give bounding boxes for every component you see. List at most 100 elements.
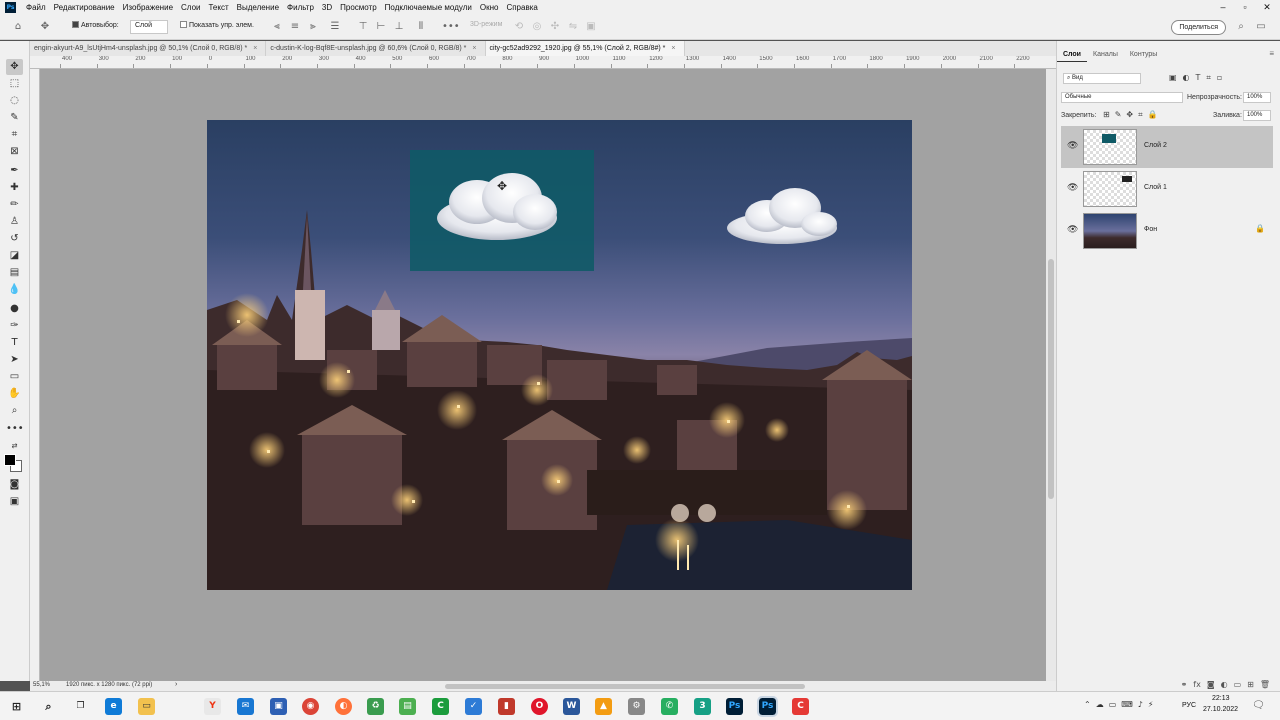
task-view-icon[interactable]: ❐ bbox=[72, 698, 89, 715]
tab-document-1[interactable]: engin-akyurt-A9_lsUtjHm4-unsplash.jpg @ … bbox=[30, 41, 267, 56]
eraser-tool-icon[interactable]: ◪ bbox=[6, 248, 23, 264]
foreground-color-swatch[interactable] bbox=[4, 454, 16, 466]
phone-app-icon[interactable]: ✆ bbox=[661, 698, 678, 715]
chevron-right-icon[interactable]: › bbox=[175, 681, 177, 688]
file-explorer-icon[interactable]: ▭ bbox=[138, 698, 155, 715]
tab-document-3[interactable]: city-gc52ad9292_1920.jpg @ 55,1% (Слой 2… bbox=[485, 41, 685, 56]
clone-stamp-icon[interactable]: ♙ bbox=[6, 214, 23, 230]
quick-mask-icon[interactable]: ◙ bbox=[6, 477, 23, 493]
3d-slide-icon[interactable]: ⇋ bbox=[566, 19, 580, 35]
tab-paths[interactable]: Контуры bbox=[1124, 48, 1163, 62]
three-app-icon[interactable]: 3 bbox=[694, 698, 711, 715]
3d-roll-icon[interactable]: ◎ bbox=[530, 19, 544, 35]
document-image[interactable]: ✥ bbox=[207, 120, 912, 590]
zoom-tool-icon[interactable]: ⌕ bbox=[6, 403, 23, 419]
tab-document-2[interactable]: c-dustin-K-log-Bqf8E-unsplash.jpg @ 60,6… bbox=[266, 41, 486, 56]
close-icon[interactable]: ✕ bbox=[1256, 0, 1278, 15]
settings-app-icon[interactable]: ⚙ bbox=[628, 698, 645, 715]
hand-tool-icon[interactable]: ✋ bbox=[6, 386, 23, 402]
tab-layers[interactable]: Слои bbox=[1057, 48, 1087, 62]
filter-type-icons[interactable]: ▣◐T⌗▫ bbox=[1169, 73, 1228, 83]
pen-tool-icon[interactable]: ✑ bbox=[6, 318, 23, 334]
history-brush-icon[interactable]: ↺ bbox=[6, 231, 23, 247]
firefox-icon[interactable]: ◐ bbox=[335, 698, 352, 715]
menu-filter[interactable]: Фильтр bbox=[283, 3, 318, 12]
close-tab-icon[interactable]: × bbox=[472, 45, 476, 52]
new-group-icon[interactable]: ▭ bbox=[1234, 680, 1242, 689]
yandex-browser-icon[interactable]: Y bbox=[204, 698, 221, 715]
scrollbar-thumb[interactable] bbox=[1048, 259, 1054, 499]
fill-input[interactable]: 100% bbox=[1243, 110, 1271, 121]
dodge-tool-icon[interactable]: ● bbox=[6, 301, 23, 317]
align-bottom-icon[interactable]: ⊥ bbox=[392, 19, 406, 35]
workspace-icon[interactable]: ▭ bbox=[1254, 19, 1268, 35]
search-icon[interactable]: ⌕ bbox=[40, 698, 57, 715]
mail-icon[interactable]: ✉ bbox=[237, 698, 254, 715]
align-middle-icon[interactable]: ⊢ bbox=[374, 19, 388, 35]
autoselect-dropdown[interactable]: Слой bbox=[130, 20, 168, 34]
menu-help[interactable]: Справка bbox=[502, 3, 541, 12]
menu-layers[interactable]: Слои bbox=[177, 3, 204, 12]
show-transform-checkbox[interactable]: Показать упр. элем. bbox=[180, 21, 254, 29]
frame-tool-icon[interactable]: ⊠ bbox=[6, 144, 23, 160]
3d-scale-icon[interactable]: ▣ bbox=[584, 19, 598, 35]
brush-tool-icon[interactable]: ✏ bbox=[6, 197, 23, 213]
photoshop-active-icon[interactable]: Ps bbox=[757, 696, 778, 717]
marquee-tool-icon[interactable]: ⬚ bbox=[6, 76, 23, 92]
move-tool-icon[interactable]: ✥ bbox=[6, 59, 23, 75]
photoshop-icon[interactable]: Ps bbox=[726, 698, 743, 715]
windows-start-icon[interactable]: ⊞ bbox=[8, 698, 25, 715]
clock-time[interactable]: 22:13 bbox=[1212, 695, 1230, 702]
layer-name[interactable]: Фон bbox=[1144, 226, 1157, 233]
screen-mode-icon[interactable]: ▣ bbox=[6, 494, 23, 510]
3d-pan-icon[interactable]: ✣ bbox=[548, 19, 562, 35]
opera-icon[interactable]: O bbox=[531, 698, 548, 715]
new-layer-icon[interactable]: ⊞ bbox=[1247, 680, 1254, 689]
autoselect-checkbox[interactable]: Автовыбор: bbox=[72, 21, 119, 29]
rectangle-tool-icon[interactable]: ▭ bbox=[6, 369, 23, 385]
eyedropper-tool-icon[interactable]: ✒ bbox=[6, 163, 23, 179]
menu-window[interactable]: Окно bbox=[476, 3, 503, 12]
adjustment-layer-icon[interactable]: ◐ bbox=[1221, 680, 1228, 689]
distribute-vertical-icon[interactable]: ⦀ bbox=[414, 19, 428, 35]
fx-icon[interactable]: fx bbox=[1193, 680, 1201, 689]
blur-tool-icon[interactable]: 💧 bbox=[6, 282, 23, 298]
zoom-level[interactable]: 55,1% bbox=[33, 682, 50, 688]
3d-orbit-icon[interactable]: ⟲ bbox=[512, 19, 526, 35]
minimize-icon[interactable]: – bbox=[1212, 0, 1234, 15]
search-icon[interactable]: ⌕ bbox=[1234, 19, 1248, 35]
align-right-icon[interactable]: ⫸ bbox=[306, 19, 320, 35]
vertical-scrollbar[interactable] bbox=[1046, 69, 1056, 681]
share-button[interactable]: Поделиться bbox=[1171, 20, 1226, 35]
opacity-input[interactable]: 100% bbox=[1243, 92, 1271, 103]
eye-icon[interactable]: 👁 bbox=[1067, 183, 1078, 193]
horizontal-scrollbar[interactable] bbox=[180, 681, 1046, 691]
panel-menu-icon[interactable]: ≡ bbox=[1269, 49, 1274, 58]
checkmark-app-icon[interactable]: ✓ bbox=[465, 698, 482, 715]
gradient-tool-icon[interactable]: ▤ bbox=[6, 265, 23, 281]
add-mask-icon[interactable]: ◙ bbox=[1207, 680, 1215, 689]
eye-icon[interactable]: 👁 bbox=[1067, 225, 1078, 235]
menu-view[interactable]: Просмотр bbox=[336, 3, 381, 12]
c-app-icon[interactable]: C bbox=[432, 698, 449, 715]
tab-channels[interactable]: Каналы bbox=[1087, 48, 1124, 62]
lasso-tool-icon[interactable]: ◌ bbox=[6, 93, 23, 109]
menu-plugins[interactable]: Подключаемые модули bbox=[381, 3, 476, 12]
menu-type[interactable]: Текст bbox=[204, 3, 232, 12]
chrome-icon[interactable]: ◉ bbox=[302, 698, 319, 715]
clock-date[interactable]: 27.10.2022 bbox=[1203, 706, 1238, 713]
more-options-icon[interactable]: ••• bbox=[442, 19, 460, 35]
menu-edit[interactable]: Редактирование bbox=[50, 3, 119, 12]
eye-icon[interactable]: 👁 bbox=[1067, 141, 1078, 151]
scrollbar-thumb[interactable] bbox=[445, 684, 805, 689]
menu-3d[interactable]: 3D bbox=[318, 3, 336, 12]
menu-image[interactable]: Изображение bbox=[119, 3, 177, 12]
layer-row-layer2[interactable]: 👁 Слой 2 bbox=[1061, 126, 1273, 168]
pdf-app-icon[interactable]: ▮ bbox=[498, 698, 515, 715]
close-tab-icon[interactable]: × bbox=[253, 45, 257, 52]
layer-name[interactable]: Слой 1 bbox=[1144, 184, 1167, 191]
crop-tool-icon[interactable]: ⌗ bbox=[6, 127, 23, 143]
close-tab-icon[interactable]: × bbox=[671, 45, 675, 52]
menu-select[interactable]: Выделение bbox=[233, 3, 283, 12]
lock-icon[interactable]: 🔒 bbox=[1255, 224, 1265, 233]
